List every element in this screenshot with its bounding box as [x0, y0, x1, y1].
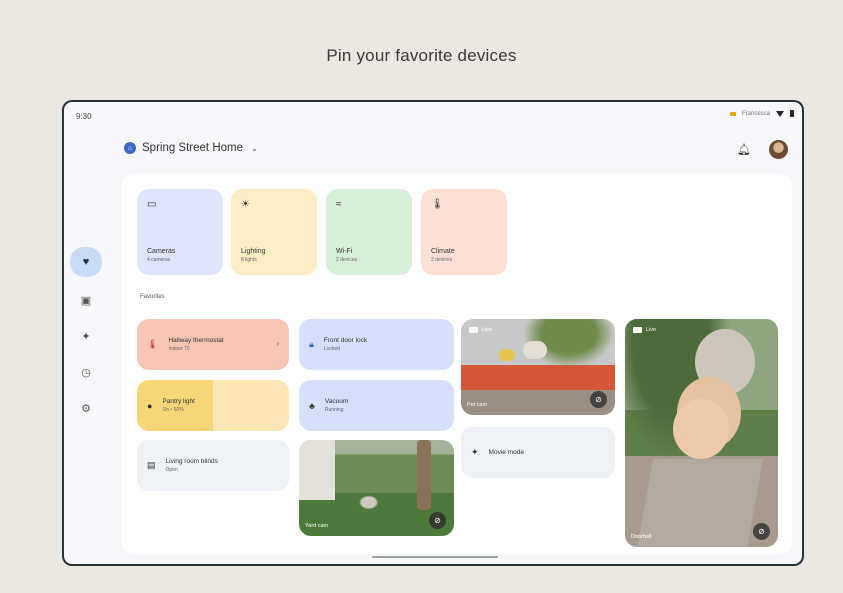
live-label: Live [482, 327, 493, 333]
card-sublabel: Open [165, 467, 178, 473]
camera-image-detail [299, 440, 335, 500]
camera-label: Yard cam [305, 523, 329, 529]
automations-icon[interactable]: ✦ [68, 323, 104, 349]
camera-image-detail [673, 399, 729, 459]
doorbell-camera-feed[interactable]: Live Doorbell ⊘ [625, 319, 778, 547]
lock-icon: 🔒︎ [309, 339, 314, 349]
lock-card[interactable]: 🔒︎ Front door lock Locked [299, 319, 454, 370]
lightbulb-icon: ● [147, 400, 153, 411]
home-icon: ⌂ [124, 142, 136, 154]
card-label: Vacuum [324, 398, 349, 405]
chevron-right-icon: › [276, 339, 279, 348]
tile-label: Cameras [147, 248, 176, 255]
gesture-navigation-bar[interactable] [372, 556, 498, 558]
blinds-icon: ▤ [147, 460, 156, 470]
page-headline: Pin your favorite devices [326, 46, 517, 65]
tablet-frame: 9:30 Francesca ⌂ Spring Street Home ⌄ 🔔︎… [62, 100, 804, 566]
tile-cameras[interactable]: ▭ Cameras 4 cameras [137, 189, 223, 275]
pet-camera-feed[interactable]: Live Pet cam ⊘ [461, 319, 615, 415]
card-label: Front door lock [323, 337, 368, 344]
favorites-panel: ▭ Cameras 4 cameras ☀ Lighting 8 lights … [121, 174, 792, 554]
camera-image-detail [499, 349, 515, 361]
card-label: Hallway thermostat [168, 337, 224, 344]
thermometer-icon: 🌡︎ [147, 339, 159, 349]
tile-label: Wi-Fi [336, 248, 353, 255]
home-screen: 9:30 Francesca ⌂ Spring Street Home ⌄ 🔔︎… [64, 102, 802, 564]
movie-mode-card[interactable]: ✦ Movie mode [461, 427, 615, 478]
live-label: Live [646, 327, 657, 333]
network-name: Francesca [741, 110, 770, 117]
tile-climate[interactable]: 🌡︎ Climate 2 devices [421, 189, 507, 275]
avatar[interactable] [769, 140, 788, 159]
favorites-icon[interactable]: ♥ [70, 247, 102, 277]
chevron-down-icon: ⌄ [251, 143, 258, 153]
video-icon [633, 327, 642, 333]
tile-wifi[interactable]: ≈ Wi-Fi 2 devices [326, 189, 412, 275]
tile-sublabel: 2 devices [336, 257, 358, 263]
tile-label: Climate [431, 248, 455, 255]
camera-off-icon[interactable]: ⊘ [753, 523, 770, 540]
card-label: Pantry light [162, 398, 195, 405]
camera-image-detail [417, 440, 431, 510]
camera-icon: ▭ [147, 199, 157, 210]
settings-icon[interactable]: ⚙ [68, 395, 104, 421]
vacuum-card[interactable]: ♣ Vacuum Running [299, 380, 454, 431]
video-icon [469, 327, 478, 333]
tile-sublabel: 2 devices [431, 257, 453, 263]
camera-off-icon[interactable]: ⊘ [590, 391, 607, 408]
devices-icon[interactable]: ▣ [68, 287, 104, 313]
wifi-icon: ≈ [336, 199, 342, 210]
vacuum-icon: ♣ [309, 400, 315, 411]
yard-camera-feed[interactable]: Yard cam ⊘ [299, 440, 454, 536]
card-sublabel: Running [324, 407, 344, 413]
navigation-rail: ♥ ▣ ✦ ◷ ⚙ [68, 247, 104, 431]
sparkle-icon: ✦ [471, 447, 479, 457]
camera-off-icon[interactable]: ⊘ [429, 512, 446, 529]
tile-sublabel: 4 cameras [147, 257, 171, 263]
notifications-icon[interactable]: 🔔︎ [737, 143, 751, 156]
pantry-light-card[interactable]: ● Pantry light On • 50% [137, 380, 289, 431]
live-badge: Live [469, 327, 492, 333]
battery-icon [790, 110, 794, 117]
home-selector[interactable]: ⌂ Spring Street Home ⌄ [124, 142, 258, 154]
camera-image-detail [523, 341, 547, 359]
camera-image-detail [637, 459, 763, 547]
thermostat-card[interactable]: 🌡︎ Hallway thermostat Indoor 70 › [137, 319, 289, 370]
status-bar: 9:30 Francesca [64, 102, 802, 124]
home-name: Spring Street Home [142, 142, 243, 154]
live-badge: Live [633, 327, 656, 333]
thermometer-icon: 🌡︎ [431, 199, 444, 210]
lightbulb-icon: ☀ [241, 199, 250, 210]
camera-label: Doorbell [631, 534, 652, 540]
header-actions: 🔔︎ [737, 140, 788, 159]
status-time: 9:30 [76, 112, 92, 121]
tile-lighting[interactable]: ☀ Lighting 8 lights [231, 189, 317, 275]
card-sublabel: Indoor 70 [168, 346, 190, 352]
activity-icon[interactable]: ◷ [68, 359, 104, 385]
status-icons: Francesca [729, 110, 794, 117]
network-icon [729, 111, 736, 116]
tile-label: Lighting [241, 248, 266, 255]
card-sublabel: Locked [323, 346, 340, 352]
camera-label: Pet cam [467, 402, 488, 408]
card-label: Movie mode [488, 449, 524, 456]
tile-sublabel: 8 lights [241, 257, 257, 263]
wifi-signal-icon [776, 110, 784, 117]
favorites-heading: Favorites [140, 294, 165, 300]
card-sublabel: On • 50% [162, 407, 184, 413]
card-label: Living room blinds [165, 458, 218, 465]
blinds-card[interactable]: ▤ Living room blinds Open [137, 440, 289, 491]
